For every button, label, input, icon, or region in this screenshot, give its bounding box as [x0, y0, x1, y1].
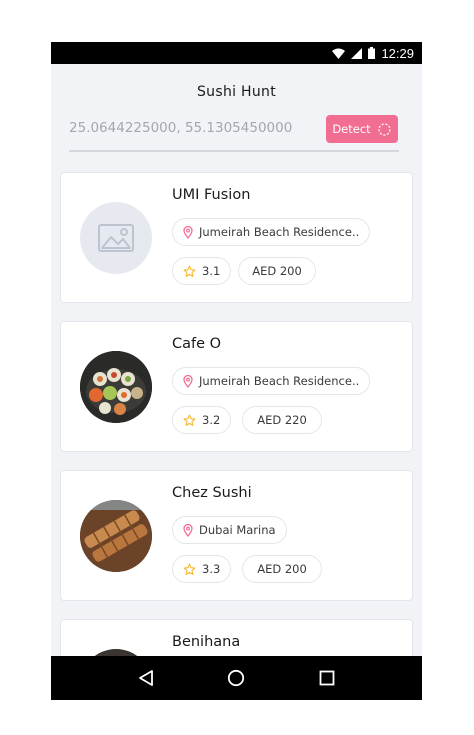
restaurant-name: Cafe O	[172, 336, 222, 352]
location-pill: Dubai Marina	[172, 516, 287, 544]
location-text: Jumeirah Beach Residence..	[199, 225, 360, 239]
restaurant-card[interactable]: Chez Sushi Dubai Marina 3.3 AED 200	[60, 470, 413, 601]
star-icon	[183, 265, 196, 278]
status-bar: 12:29	[51, 42, 422, 64]
phone-screen: 12:29 Sushi Hunt Detect UMI Fus	[51, 42, 422, 700]
price-pill: AED 200	[242, 555, 322, 583]
wifi-icon	[332, 48, 346, 59]
page-title: Sushi Hunt	[196, 84, 277, 100]
location-pill: Jumeirah Beach Residence..	[172, 367, 371, 395]
input-underline	[69, 150, 399, 152]
home-icon[interactable]	[227, 669, 245, 687]
location-pin-icon	[183, 523, 193, 537]
restaurant-name: Chez Sushi	[172, 485, 252, 501]
price-text: AED 200	[257, 562, 307, 576]
rating-pill: 3.3	[172, 555, 232, 583]
sushi-platter-photo	[80, 351, 152, 423]
detect-location-button[interactable]: Detect	[326, 115, 398, 143]
location-text: Dubai Marina	[199, 523, 276, 537]
detect-button-label: Detect	[332, 122, 371, 136]
restaurant-name: Benihana	[172, 634, 241, 650]
price-text: AED 220	[257, 413, 307, 427]
restaurant-name: UMI Fusion	[172, 187, 251, 203]
restaurant-card[interactable]: Cafe O Jumeirah Beach Residence.. 3.2 AE…	[60, 321, 413, 452]
location-pin-icon	[183, 225, 193, 239]
placeholder-image-icon	[80, 202, 152, 274]
price-pill: AED 200	[238, 257, 316, 285]
rating-value: 3.1	[202, 264, 221, 278]
cell-signal-icon	[351, 47, 363, 59]
rating-pill: 3.2	[172, 406, 232, 434]
star-icon	[183, 563, 196, 576]
search-header: Sushi Hunt Detect	[51, 64, 422, 164]
recents-icon[interactable]	[319, 670, 335, 686]
crosshair-icon	[377, 122, 392, 137]
rating-value: 3.3	[202, 562, 221, 576]
star-icon	[183, 414, 196, 427]
price-pill: AED 220	[242, 406, 322, 434]
restaurant-card[interactable]: UMI Fusion Jumeirah Beach Residence.. 3.…	[60, 172, 413, 303]
back-icon[interactable]	[138, 669, 154, 687]
battery-icon	[368, 47, 376, 59]
rating-pill: 3.1	[172, 257, 232, 285]
location-pin-icon	[183, 374, 193, 388]
location-pill: Jumeirah Beach Residence..	[172, 218, 371, 246]
clock: 12:29	[381, 45, 414, 61]
location-text: Jumeirah Beach Residence..	[199, 374, 360, 388]
sushi-rolls-photo	[80, 500, 152, 572]
rating-value: 3.2	[202, 413, 221, 427]
navigation-bar	[51, 656, 422, 700]
coordinates-input[interactable]	[69, 120, 309, 136]
price-text: AED 200	[252, 264, 302, 278]
